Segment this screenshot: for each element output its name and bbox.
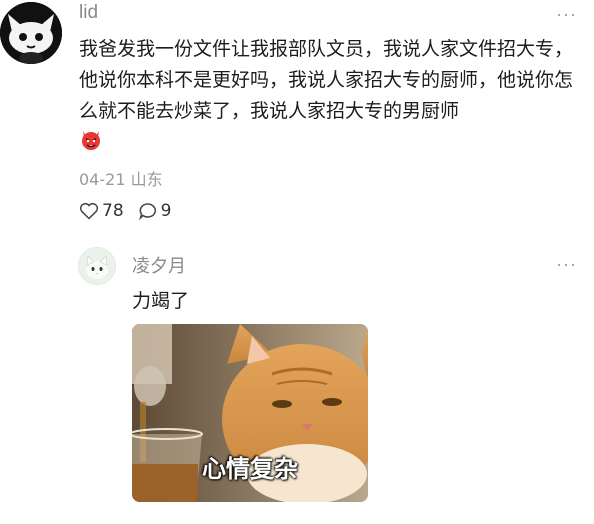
comment-date: 04-21 — [79, 170, 126, 189]
comment-location: 山东 — [130, 170, 163, 189]
reply-image[interactable]: 心情复杂 — [132, 324, 368, 502]
comment-stats: 78 9 — [79, 201, 171, 221]
like-count: 78 — [102, 201, 124, 221]
comment-body: 我爸发我一份文件让我报部队文员，我说人家文件招大专，他说你本科不是更好吗，我说人… — [79, 34, 584, 161]
comment-text: 我爸发我一份文件让我报部队文员，我说人家文件招大专，他说你本科不是更好吗，我说人… — [79, 38, 574, 122]
reply-text: 力竭了 — [132, 290, 190, 312]
reply-more-options-icon[interactable]: ··· — [556, 254, 577, 275]
reply-username[interactable]: 凌夕月 — [132, 252, 186, 278]
reply-count: 9 — [160, 201, 172, 221]
devil-emoji-icon — [79, 127, 103, 161]
comment-meta: 04-21 山东 — [79, 166, 163, 190]
like-button[interactable]: 78 — [79, 201, 124, 221]
cartoon-avatar-icon — [0, 2, 62, 64]
more-options-icon[interactable]: ··· — [556, 4, 577, 25]
cat-avatar-icon — [79, 248, 115, 284]
reply-avatar[interactable] — [78, 247, 116, 285]
speech-bubble-icon — [138, 203, 156, 220]
comment-username[interactable]: lid — [79, 2, 98, 24]
reply-button[interactable]: 9 — [138, 201, 172, 221]
heart-icon — [79, 203, 99, 220]
image-caption: 心情复杂 — [202, 455, 298, 483]
user-avatar[interactable] — [0, 2, 62, 64]
